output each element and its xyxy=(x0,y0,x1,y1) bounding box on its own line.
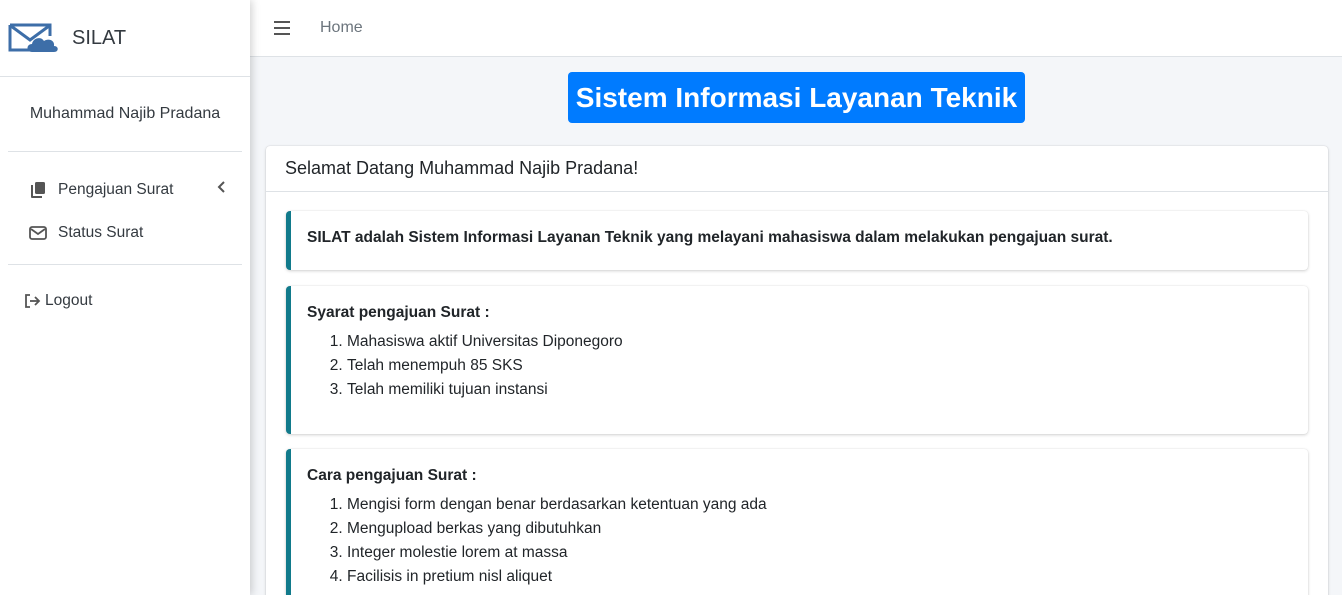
copy-icon xyxy=(28,181,48,199)
list-item: Facilisis in pretium nisl aliquet xyxy=(347,565,1292,589)
chevron-left-icon xyxy=(216,180,226,199)
list-item: Mahasiswa aktif Universitas Diponegoro xyxy=(347,330,1292,354)
card-header: Selamat Datang Muhammad Najib Pradana! xyxy=(266,146,1328,192)
list-item: Telah memiliki tujuan instansi xyxy=(347,378,1292,402)
requirements-list: Mahasiswa aktif Universitas Diponegoro T… xyxy=(347,330,1292,402)
user-panel: Muhammad Najib Pradana xyxy=(8,77,242,152)
list-item: Integer molestie lorem at massa xyxy=(347,541,1292,565)
list-item: Telah menempuh 85 SKS xyxy=(347,354,1292,378)
welcome-card: Selamat Datang Muhammad Najib Pradana! S… xyxy=(266,146,1328,595)
procedure-list: Mengisi form dengan benar berdasarkan ke… xyxy=(347,493,1292,589)
requirements-callout: Syarat pengajuan Surat : Mahasiswa aktif… xyxy=(286,286,1308,434)
sidebar: SILAT Muhammad Najib Pradana Pengajuan S… xyxy=(0,0,250,595)
sidebar-nav: Pengajuan Surat Status Surat xyxy=(8,160,242,265)
brand-name: SILAT xyxy=(72,26,127,49)
requirements-heading: Syarat pengajuan Surat : xyxy=(307,304,490,321)
main-content: Sistem Informasi Layanan Teknik Selamat … xyxy=(250,57,1342,595)
list-item: Mengisi form dengan benar berdasarkan ke… xyxy=(347,493,1292,517)
procedure-callout: Cara pengajuan Surat : Mengisi form deng… xyxy=(286,449,1308,595)
list-item: Mengupload berkas yang dibutuhkan xyxy=(347,517,1292,541)
logout-label: Logout xyxy=(45,291,93,309)
sidebar-item-label: Status Surat xyxy=(58,223,144,241)
mail-cloud-icon xyxy=(8,23,58,52)
logout-link[interactable]: Logout xyxy=(0,279,250,322)
intro-callout: SILAT adalah Sistem Informasi Layanan Te… xyxy=(286,211,1308,270)
card-title: Selamat Datang Muhammad Najib Pradana! xyxy=(285,158,639,178)
brand-link[interactable]: SILAT xyxy=(0,0,250,77)
page-title: Sistem Informasi Layanan Teknik xyxy=(575,81,1018,113)
top-navbar: Home xyxy=(250,0,1342,57)
envelope-icon xyxy=(28,224,48,242)
hero-banner: Sistem Informasi Layanan Teknik xyxy=(568,72,1025,123)
home-link[interactable]: Home xyxy=(320,19,363,37)
intro-text: SILAT adalah Sistem Informasi Layanan Te… xyxy=(307,229,1113,246)
sign-out-icon xyxy=(24,293,41,308)
sidebar-item-pengajuan-surat[interactable]: Pengajuan Surat xyxy=(8,168,242,211)
procedure-heading: Cara pengajuan Surat : xyxy=(307,467,477,484)
user-name[interactable]: Muhammad Najib Pradana xyxy=(30,105,220,123)
sidebar-item-status-surat[interactable]: Status Surat xyxy=(8,211,242,254)
sidebar-item-label: Pengajuan Surat xyxy=(58,180,174,198)
menu-toggle-icon[interactable] xyxy=(274,21,290,35)
